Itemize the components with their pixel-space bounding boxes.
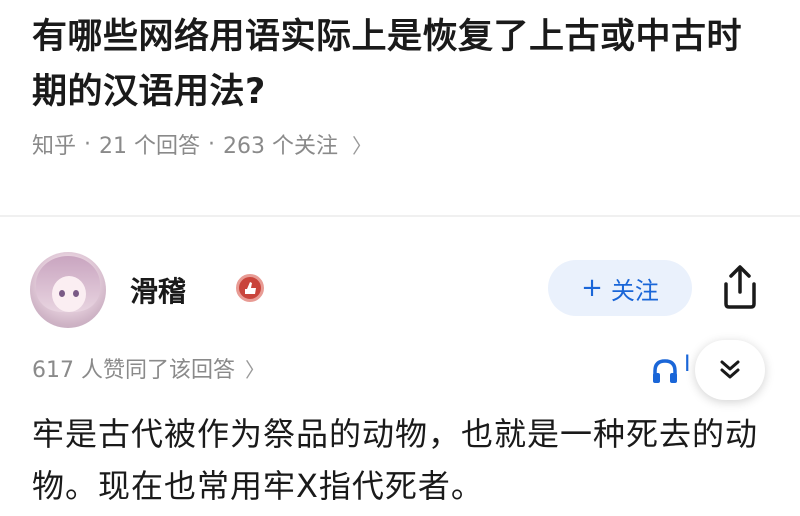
source-label: 知乎 — [32, 134, 77, 159]
section-divider — [0, 215, 800, 217]
votes-summary[interactable]: 617 人赞同了该回答 〉 — [32, 352, 265, 384]
answers-count: 21 个回答 — [99, 134, 201, 159]
headphone-icon[interactable] — [650, 356, 680, 386]
answer-header: 滑稽 + 关注 — [30, 252, 775, 328]
followers-count: 263 个关注 — [223, 134, 339, 159]
chevron-down-icon — [720, 360, 740, 379]
question-section: 有哪些网络用语实际上是恢复了上古或中古时期的汉语用法? 知乎 · 21 个回答 … — [32, 10, 772, 160]
question-meta[interactable]: 知乎 · 21 个回答 · 263 个关注 〉 — [32, 128, 772, 160]
question-title[interactable]: 有哪些网络用语实际上是恢复了上古或中古时期的汉语用法? — [32, 10, 772, 120]
collapse-button[interactable] — [695, 340, 765, 400]
answer-body[interactable]: 牢是古代被作为祭品的动物，也就是一种死去的动物。现在也常用牢X指代死者。 — [32, 408, 772, 512]
meta-separator: · — [208, 131, 216, 157]
share-icon[interactable] — [720, 264, 760, 310]
meta-separator: · — [84, 131, 92, 157]
plus-icon: + — [581, 273, 603, 303]
avatar[interactable] — [30, 252, 106, 328]
chevron-right-icon: 〉 — [245, 357, 265, 382]
votes-text: 617 人赞同了该回答 — [32, 358, 235, 383]
red-badge-icon — [236, 274, 264, 302]
follow-label: 关注 — [610, 276, 659, 305]
chevron-right-icon: 〉 — [352, 133, 373, 158]
author-name[interactable]: 滑稽 — [130, 270, 186, 310]
follow-button[interactable]: + 关注 — [548, 260, 692, 316]
listen-label[interactable]: I — [684, 352, 691, 377]
